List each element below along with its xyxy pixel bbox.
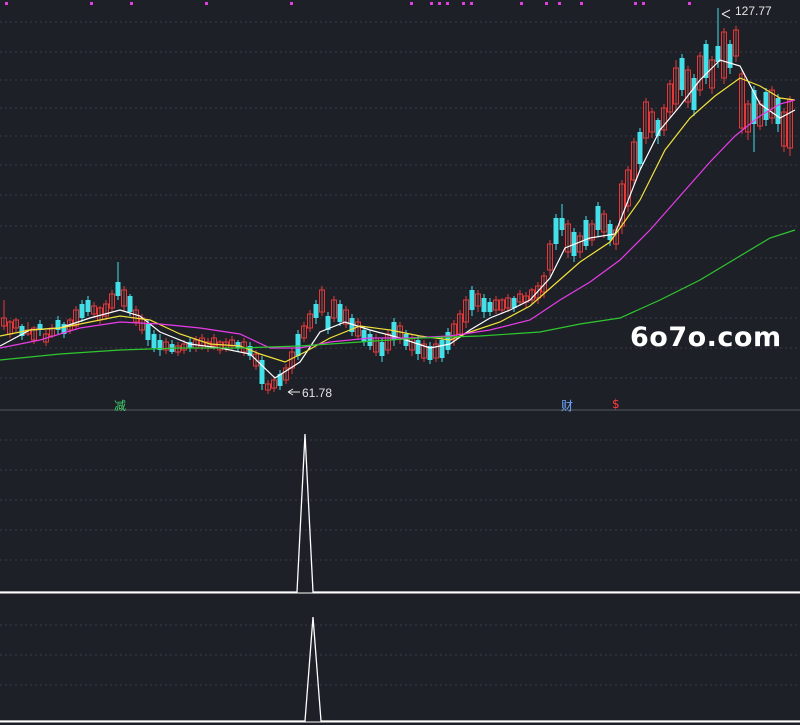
candle-body-down — [607, 224, 613, 240]
signal-dot — [545, 2, 548, 5]
candle-body-down — [145, 324, 151, 340]
signal-dot — [438, 2, 441, 5]
candle-body-down — [85, 300, 91, 312]
signal-marker-jian: 减 — [114, 399, 127, 413]
signal-dot — [130, 2, 133, 5]
grid-lines — [0, 21, 800, 686]
indicator-panel-2 — [0, 616, 800, 723]
candle-body-down — [151, 334, 157, 348]
signal-dot — [290, 2, 293, 5]
indicator-panel-1 — [0, 433, 800, 594]
signal-dot — [410, 2, 413, 5]
signal-dot — [470, 2, 473, 5]
candle-body-down — [445, 332, 451, 350]
price-low-label: 61.78 — [302, 386, 333, 400]
candle-body-down — [361, 330, 367, 342]
candle-body-down — [469, 290, 475, 310]
candle-body-down — [775, 98, 781, 124]
signal-marker-dollar: $ — [612, 397, 620, 411]
candle-body-down — [487, 302, 493, 312]
signal-dot — [580, 2, 583, 5]
indicator-2-line — [0, 616, 800, 722]
candle-body-down — [367, 334, 373, 346]
top-signal-dots — [5, 2, 691, 5]
signal-dot — [430, 2, 433, 5]
signal-dot — [688, 2, 691, 5]
high-arrow — [721, 9, 731, 19]
candle-body-down — [679, 58, 685, 90]
candle-body-down — [439, 340, 445, 358]
candle-body-down — [313, 304, 319, 318]
signal-dot — [558, 2, 561, 5]
candle-body-down — [115, 282, 121, 296]
candle-body-down — [727, 44, 733, 68]
candle-body-down — [583, 220, 589, 246]
candle-body-down — [691, 78, 697, 110]
candle-body-down — [415, 340, 421, 354]
candle-body-down — [337, 304, 343, 322]
candle-body-down — [379, 342, 385, 356]
signal-dot — [634, 2, 637, 5]
signal-dot — [5, 2, 8, 5]
candle-body-down — [295, 334, 301, 356]
candle-body-down — [481, 298, 487, 312]
signal-dot — [446, 2, 449, 5]
candle-body-down — [235, 342, 241, 348]
indicator-1-line — [0, 433, 800, 593]
watermark-logo: 6o7o.com — [630, 322, 782, 353]
candle-body-down — [637, 132, 643, 164]
low-arrow — [287, 388, 300, 396]
stock-chart-canvas — [0, 2, 800, 723]
moving-average-line — [0, 77, 796, 363]
candle-body-down — [763, 92, 769, 120]
signal-dot — [642, 2, 645, 5]
candle-body-down — [559, 218, 565, 230]
signal-marker-cai: 财 — [561, 399, 574, 413]
candle-body-down — [79, 304, 85, 318]
candle-body-down — [595, 206, 601, 230]
price-high-label: 127.77 — [735, 4, 772, 18]
signal-dot — [462, 2, 465, 5]
signal-dot — [205, 2, 208, 5]
candle-body-down — [553, 218, 559, 244]
candle-body-down — [127, 296, 133, 312]
signal-dot — [90, 2, 93, 5]
signal-dot — [520, 2, 523, 5]
